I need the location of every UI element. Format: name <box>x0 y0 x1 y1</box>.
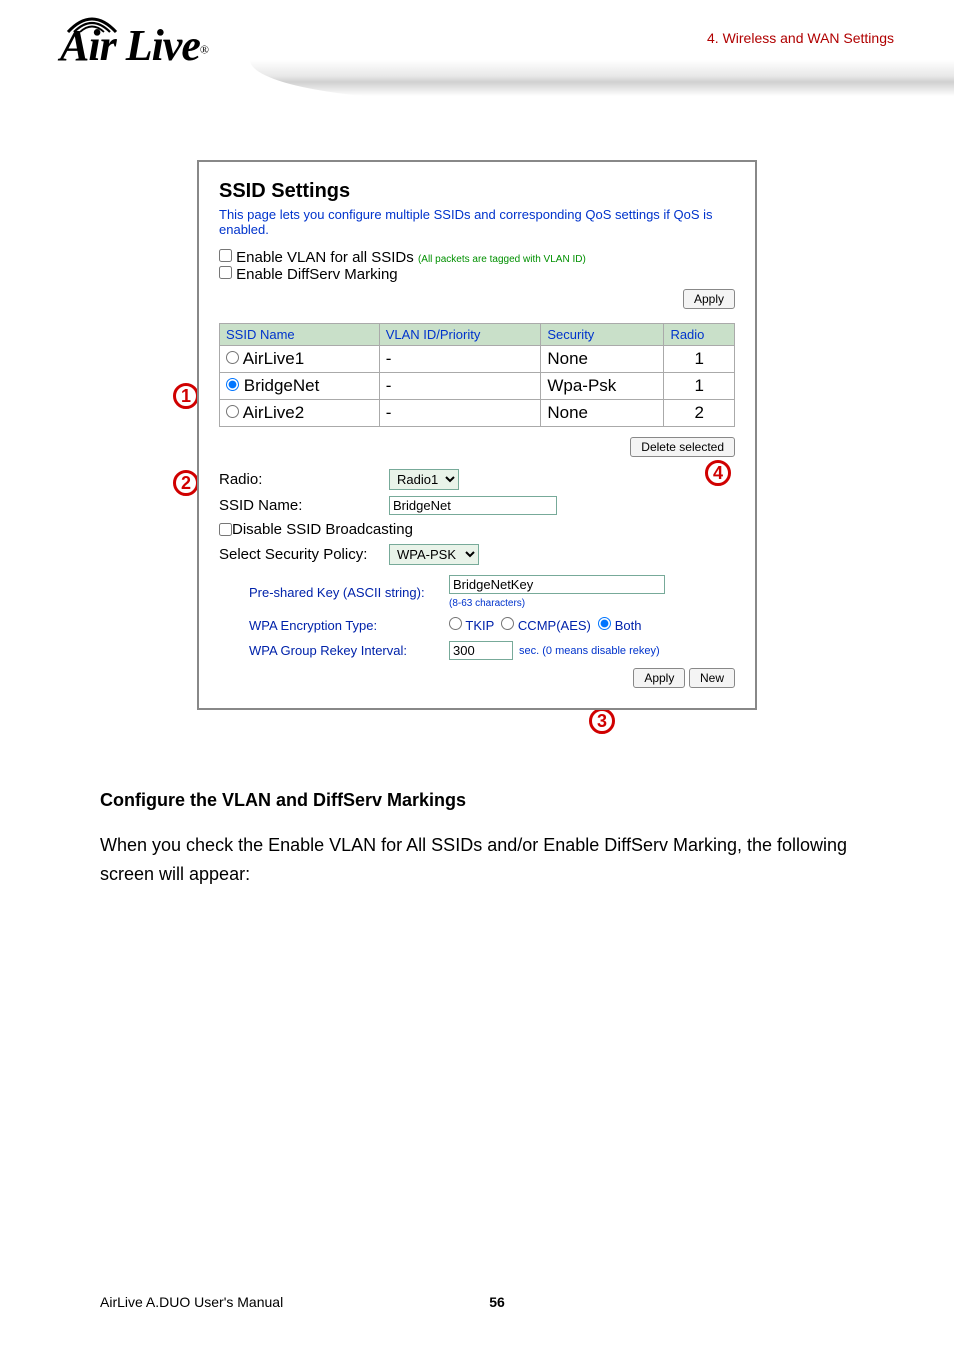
registered-icon: ® <box>200 43 209 57</box>
logo-arc-icon <box>64 14 120 36</box>
ssid-select-radio[interactable] <box>226 405 239 418</box>
ssid-select-radio[interactable] <box>226 378 239 391</box>
disable-broadcast-checkbox[interactable] <box>219 523 232 536</box>
psk-hint: (8-63 characters) <box>449 598 525 609</box>
ssid-select-radio[interactable] <box>226 351 239 364</box>
header-swoosh <box>250 60 954 100</box>
ssid-name-label: SSID Name: <box>219 497 389 514</box>
rekey-input[interactable] <box>449 641 513 660</box>
col-vlan: VLAN ID/Priority <box>379 324 541 346</box>
enable-vlan-hint: (All packets are tagged with VLAN ID) <box>418 254 586 265</box>
panel-description: This page lets you configure multiple SS… <box>219 207 735 237</box>
ssid-name-input[interactable] <box>389 496 557 515</box>
table-row: BridgeNet - Wpa-Psk 1 <box>220 373 735 400</box>
psk-input[interactable] <box>449 575 665 594</box>
page-header: Air Live® 4. Wireless and WAN Settings <box>0 0 954 120</box>
psk-label: Pre-shared Key (ASCII string): <box>249 585 449 600</box>
enc-ccmp-radio[interactable] <box>501 617 514 630</box>
apply-top-button[interactable]: Apply <box>683 289 735 309</box>
ssid-edit-form: Radio: Radio1 SSID Name: Disable SSID Br… <box>219 469 735 565</box>
section-heading: Configure the VLAN and DiffServ Markings <box>100 790 954 811</box>
enc-both-radio[interactable] <box>598 617 611 630</box>
enable-diffserv-label: Enable DiffServ Marking <box>236 266 397 283</box>
radio-label: Radio: <box>219 471 389 488</box>
footer-manual-name: AirLive A.DUO User's Manual <box>100 1294 283 1310</box>
callout-3: 3 <box>589 708 615 734</box>
radio-select[interactable]: Radio1 <box>389 469 459 490</box>
new-button[interactable]: New <box>689 668 735 688</box>
enc-type-label: WPA Encryption Type: <box>249 618 449 633</box>
footer-page-number: 56 <box>489 1294 505 1310</box>
rekey-label: WPA Group Rekey Interval: <box>249 643 449 658</box>
table-header-row: SSID Name VLAN ID/Priority Security Radi… <box>220 324 735 346</box>
enable-diffserv-checkbox[interactable] <box>219 266 232 279</box>
chapter-title: 4. Wireless and WAN Settings <box>707 30 894 46</box>
col-radio: Radio <box>664 324 735 346</box>
enable-vlan-checkbox[interactable] <box>219 249 232 262</box>
col-security: Security <box>541 324 664 346</box>
enc-tkip-radio[interactable] <box>449 617 462 630</box>
callout-1: 1 <box>173 383 199 409</box>
brand-logo: Air Live® <box>60 20 209 71</box>
table-row: AirLive1 - None 1 <box>220 346 735 373</box>
callout-2: 2 <box>173 470 199 496</box>
apply-bottom-button[interactable]: Apply <box>633 668 685 688</box>
panel-title: SSID Settings <box>219 180 735 203</box>
enable-diffserv-row: Enable DiffServ Marking <box>219 266 735 283</box>
ssid-settings-panel: SSID Settings This page lets you configu… <box>197 160 757 710</box>
section-paragraph: When you check the Enable VLAN for All S… <box>100 831 854 889</box>
security-policy-label: Select Security Policy: <box>219 546 389 563</box>
wpa-subform: Pre-shared Key (ASCII string): (8-63 cha… <box>249 575 735 688</box>
ssid-table: SSID Name VLAN ID/Priority Security Radi… <box>219 323 735 427</box>
delete-selected-button[interactable]: Delete selected <box>630 437 735 457</box>
page-footer: AirLive A.DUO User's Manual 56 <box>100 1294 894 1310</box>
col-ssidname: SSID Name <box>220 324 380 346</box>
security-policy-select[interactable]: WPA-PSK <box>389 544 479 565</box>
enable-vlan-label: Enable VLAN for all SSIDs <box>236 249 414 266</box>
table-row: AirLive2 - None 2 <box>220 400 735 427</box>
enable-vlan-row: Enable VLAN for all SSIDs (All packets a… <box>219 249 735 266</box>
disable-broadcast-label: Disable SSID Broadcasting <box>232 521 413 538</box>
